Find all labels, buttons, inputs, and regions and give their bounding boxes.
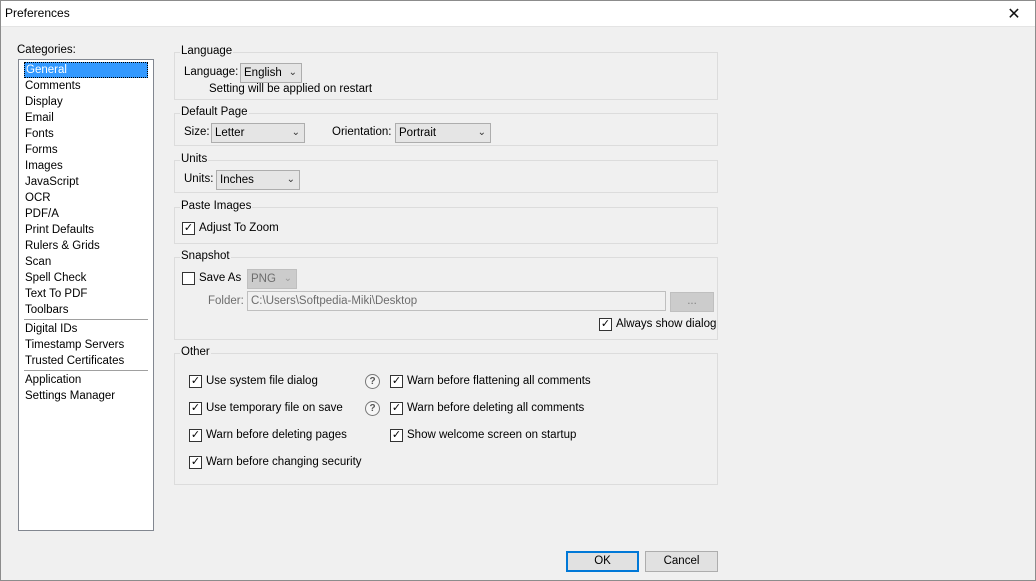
- always-show-dialog-checkbox[interactable]: ✓: [599, 318, 612, 331]
- orientation-dropdown[interactable]: Portrait ⌄: [395, 123, 491, 143]
- snapshot-group-title: Snapshot: [180, 250, 231, 263]
- category-item-forms[interactable]: Forms: [24, 142, 148, 158]
- chevron-down-icon: ⌄: [477, 127, 486, 138]
- warn-changing-security-checkbox[interactable]: ✓: [189, 456, 202, 469]
- category-item-text-to-pdf[interactable]: Text To PDF: [24, 286, 148, 302]
- paste-images-group: Paste Images ✓ Adjust To Zoom: [174, 200, 718, 244]
- snapshot-format-dropdown[interactable]: PNG ⌄: [247, 269, 297, 289]
- language-group-title: Language: [180, 45, 234, 58]
- size-label: Size:: [184, 126, 210, 138]
- browse-folder-label: ...: [687, 295, 697, 307]
- checkmark-icon: ✓: [190, 429, 201, 441]
- category-separator: [24, 319, 148, 320]
- checkmark-icon: ✓: [391, 402, 402, 414]
- category-item-scan[interactable]: Scan: [24, 254, 148, 270]
- checkmark-icon: ✓: [190, 456, 201, 468]
- folder-path-value: C:\Users\Softpedia-Miki\Desktop: [251, 295, 418, 307]
- close-button[interactable]: ✕: [992, 0, 1036, 27]
- page-size-dropdown[interactable]: Letter ⌄: [211, 123, 305, 143]
- cancel-button[interactable]: Cancel: [645, 551, 718, 572]
- category-item-digital-ids[interactable]: Digital IDs: [24, 321, 148, 337]
- category-item-general[interactable]: General: [24, 62, 148, 78]
- category-item-images[interactable]: Images: [24, 158, 148, 174]
- category-item-rulers-grids[interactable]: Rulers & Grids: [24, 238, 148, 254]
- category-item-javascript[interactable]: JavaScript: [24, 174, 148, 190]
- other-group-title: Other: [180, 346, 211, 359]
- warn-deleting-pages-checkbox[interactable]: ✓: [189, 429, 202, 442]
- checkmark-icon: ✓: [391, 429, 402, 441]
- default-page-group: Default Page Size: Letter ⌄ Orientation:…: [174, 106, 718, 146]
- snapshot-format-value: PNG: [251, 273, 276, 285]
- warn-deleting-pages-label[interactable]: Warn before deleting pages: [206, 429, 347, 441]
- checkmark-icon: ✓: [391, 375, 402, 387]
- category-item-ocr[interactable]: OCR: [24, 190, 148, 206]
- units-label: Units:: [184, 173, 214, 185]
- units-group: Units Units: Inches ⌄: [174, 153, 718, 193]
- units-dropdown[interactable]: Inches ⌄: [216, 170, 300, 190]
- categories-label: Categories:: [17, 44, 76, 56]
- category-item-spell-check[interactable]: Spell Check: [24, 270, 148, 286]
- units-value: Inches: [220, 174, 254, 186]
- use-temporary-file-label[interactable]: Use temporary file on save: [206, 402, 343, 414]
- category-item-trusted-certificates[interactable]: Trusted Certificates: [24, 353, 148, 369]
- category-item-comments[interactable]: Comments: [24, 78, 148, 94]
- categories-list[interactable]: General Comments Display Email Fonts For…: [18, 59, 154, 531]
- title-bar: Preferences ✕: [0, 0, 1036, 27]
- language-value: English: [244, 67, 282, 79]
- save-as-label[interactable]: Save As: [199, 272, 241, 284]
- checkmark-icon: ✓: [183, 222, 194, 234]
- checkmark-icon: ✓: [190, 402, 201, 414]
- orientation-label: Orientation:: [332, 126, 392, 138]
- show-welcome-label[interactable]: Show welcome screen on startup: [407, 429, 576, 441]
- category-item-pdfa[interactable]: PDF/A: [24, 206, 148, 222]
- ok-button[interactable]: OK: [566, 551, 639, 572]
- window-title: Preferences: [5, 6, 70, 20]
- chevron-down-icon: ⌄: [286, 174, 295, 185]
- warn-flattening-checkbox[interactable]: ✓: [390, 375, 403, 388]
- warn-deleting-comments-checkbox[interactable]: ✓: [390, 402, 403, 415]
- warn-deleting-comments-label[interactable]: Warn before deleting all comments: [407, 402, 584, 414]
- page-size-value: Letter: [215, 127, 245, 139]
- category-item-email[interactable]: Email: [24, 110, 148, 126]
- use-system-file-dialog-label[interactable]: Use system file dialog: [206, 375, 318, 387]
- category-item-timestamp-servers[interactable]: Timestamp Servers: [24, 337, 148, 353]
- help-icon[interactable]: ?: [365, 401, 380, 416]
- other-group: Other ✓ Use system file dialog ✓ Use tem…: [174, 346, 718, 485]
- chevron-down-icon: ⌄: [291, 127, 300, 138]
- category-separator: [24, 370, 148, 371]
- language-restart-note: Setting will be applied on restart: [209, 83, 373, 95]
- checkmark-icon: ✓: [190, 375, 201, 387]
- save-as-checkbox[interactable]: [182, 272, 195, 285]
- adjust-to-zoom-checkbox[interactable]: ✓: [182, 222, 195, 235]
- orientation-value: Portrait: [399, 127, 437, 139]
- folder-label: Folder:: [208, 295, 244, 307]
- chevron-down-icon: ⌄: [283, 273, 292, 284]
- close-icon: ✕: [1007, 5, 1021, 23]
- default-page-group-title: Default Page: [180, 106, 249, 119]
- use-temporary-file-checkbox[interactable]: ✓: [189, 402, 202, 415]
- language-group: Language Language: English ⌄ Setting wil…: [174, 45, 718, 100]
- help-icon[interactable]: ?: [365, 374, 380, 389]
- category-item-settings-manager[interactable]: Settings Manager: [24, 388, 148, 404]
- adjust-to-zoom-label[interactable]: Adjust To Zoom: [199, 222, 279, 234]
- chevron-down-icon: ⌄: [288, 67, 297, 78]
- snapshot-group: Snapshot Save As PNG ⌄ Folder: C:\Users\…: [174, 250, 718, 340]
- category-item-print-defaults[interactable]: Print Defaults: [24, 222, 148, 238]
- category-item-application[interactable]: Application: [24, 372, 148, 388]
- browse-folder-button[interactable]: ...: [670, 292, 714, 312]
- always-show-dialog-label[interactable]: Always show dialog: [616, 318, 716, 330]
- warn-flattening-label[interactable]: Warn before flattening all comments: [407, 375, 591, 387]
- language-label: Language:: [184, 66, 239, 78]
- show-welcome-checkbox[interactable]: ✓: [390, 429, 403, 442]
- category-item-toolbars[interactable]: Toolbars: [24, 302, 148, 318]
- category-item-display[interactable]: Display: [24, 94, 148, 110]
- paste-images-group-title: Paste Images: [180, 200, 253, 213]
- warn-changing-security-label[interactable]: Warn before changing security: [206, 456, 362, 468]
- folder-path-field[interactable]: C:\Users\Softpedia-Miki\Desktop: [247, 291, 666, 311]
- use-system-file-dialog-checkbox[interactable]: ✓: [189, 375, 202, 388]
- checkmark-icon: ✓: [600, 318, 611, 330]
- units-group-title: Units: [180, 153, 209, 166]
- category-item-fonts[interactable]: Fonts: [24, 126, 148, 142]
- language-dropdown[interactable]: English ⌄: [240, 63, 302, 83]
